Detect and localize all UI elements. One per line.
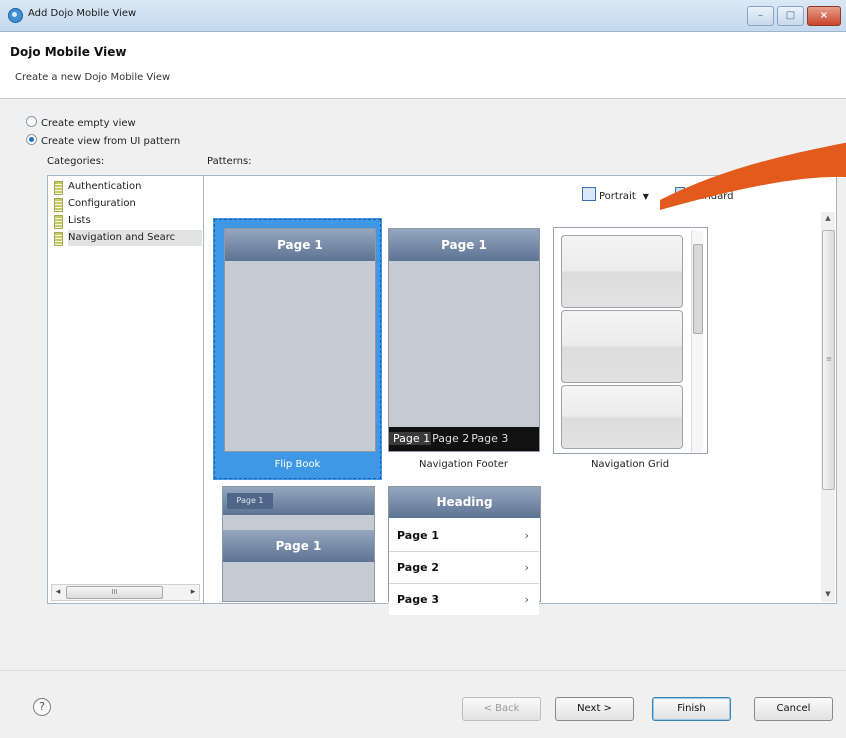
page-subtitle: Create a new Dojo Mobile View	[15, 72, 171, 83]
scroll-left-arrow-icon[interactable]: ◂	[52, 585, 64, 600]
categories-list[interactable]: Authentication Configuration Lists Navig…	[47, 175, 204, 604]
scroll-down-arrow-icon[interactable]: ▼	[821, 590, 835, 598]
patterns-vertical-scrollbar[interactable]: ▲ ≡ ▼	[821, 212, 835, 602]
category-label: Authentication	[68, 181, 142, 192]
scroll-thumb[interactable]: ≡	[822, 230, 835, 490]
preview-scrollbar	[691, 230, 703, 452]
category-item-lists[interactable]: Lists	[54, 213, 91, 229]
radio-label: Create view from UI pattern	[41, 136, 181, 147]
pattern-card-tab-view[interactable]: Page 1 Page 1	[222, 486, 375, 602]
orientation-dropdown[interactable]: Portrait ▼	[582, 187, 649, 202]
patterns-label: Patterns:	[207, 156, 252, 167]
preview-list-row: Page 1 ›	[389, 520, 539, 552]
grid-tile	[561, 235, 683, 308]
radio-icon	[26, 116, 37, 127]
pattern-card-navigation-grid[interactable]	[553, 227, 708, 454]
next-button[interactable]: Next >	[555, 697, 634, 721]
radio-create-from-pattern[interactable]: Create view from UI pattern	[26, 134, 180, 147]
grid-tile	[561, 385, 683, 449]
preview-heading: Page 1	[225, 229, 375, 261]
window-title: Add Dojo Mobile View	[28, 8, 137, 19]
radio-selected-icon	[26, 134, 37, 145]
category-item-authentication[interactable]: Authentication	[54, 179, 142, 195]
finish-button[interactable]: Finish	[652, 697, 731, 721]
preview-tab: Page 1	[227, 493, 273, 509]
close-button[interactable]: ×	[807, 6, 841, 26]
category-item-configuration[interactable]: Configuration	[54, 196, 136, 212]
orientation-value: Portrait	[599, 191, 636, 202]
wizard-header: Dojo Mobile View Create a new Dojo Mobil…	[0, 32, 846, 99]
grid-tile	[561, 310, 683, 383]
category-icon	[54, 215, 63, 229]
category-label: Configuration	[68, 198, 136, 209]
chevron-down-icon: ▼	[642, 192, 649, 201]
preview-list-row: Page 2 ›	[389, 552, 539, 584]
pattern-card-navigation-footer[interactable]: Page 1 Page 1 Page 2 Page 3	[388, 228, 540, 452]
radio-label: Create empty view	[41, 118, 136, 129]
category-icon	[54, 232, 63, 246]
preview-footer-tabs: Page 1 Page 2 Page 3	[389, 427, 539, 451]
decorative-arrow	[660, 142, 846, 210]
maximize-button[interactable]: □	[777, 6, 804, 26]
back-button[interactable]: < Back	[462, 697, 541, 721]
preview-heading: Heading	[389, 487, 540, 518]
category-icon	[54, 181, 63, 195]
preview-tab-bar: Page 1	[223, 487, 374, 515]
radio-create-empty-view[interactable]: Create empty view	[26, 116, 136, 129]
flip-book-preview: Page 1	[224, 228, 376, 452]
app-icon	[8, 8, 23, 23]
pattern-name-navigation-footer: Navigation Footer	[419, 459, 508, 470]
category-item-navigation-and-search[interactable]: Navigation and Searc	[54, 230, 202, 246]
preview-heading: Page 1	[223, 530, 374, 562]
pattern-name-navigation-grid: Navigation Grid	[590, 459, 670, 470]
dialog-window: Add Dojo Mobile View – □ × Dojo Mobile V…	[0, 0, 846, 738]
button-bar: ? < Back Next > Finish Cancel	[0, 670, 846, 738]
category-label: Navigation and Searc	[68, 232, 176, 243]
preview-heading: Page 1	[389, 229, 539, 261]
categories-horizontal-scrollbar[interactable]: ◂ III ▸	[51, 584, 200, 601]
portrait-icon	[582, 187, 596, 201]
categories-label: Categories:	[47, 156, 105, 167]
title-bar[interactable]: Add Dojo Mobile View – □ ×	[0, 0, 846, 32]
pattern-card-list-view[interactable]: Heading Page 1 › Page 2 › Page 3 ›	[388, 486, 541, 615]
minimize-button[interactable]: –	[747, 6, 774, 26]
help-icon[interactable]: ?	[33, 698, 51, 716]
pattern-name-flip-book: Flip Book	[274, 459, 321, 470]
category-label: Lists	[68, 215, 91, 226]
scroll-thumb[interactable]: III	[66, 586, 163, 599]
category-icon	[54, 198, 63, 212]
preview-list-row: Page 3 ›	[389, 584, 539, 615]
page-title: Dojo Mobile View	[10, 45, 127, 59]
scroll-right-arrow-icon[interactable]: ▸	[187, 585, 199, 600]
cancel-button[interactable]: Cancel	[754, 697, 833, 721]
